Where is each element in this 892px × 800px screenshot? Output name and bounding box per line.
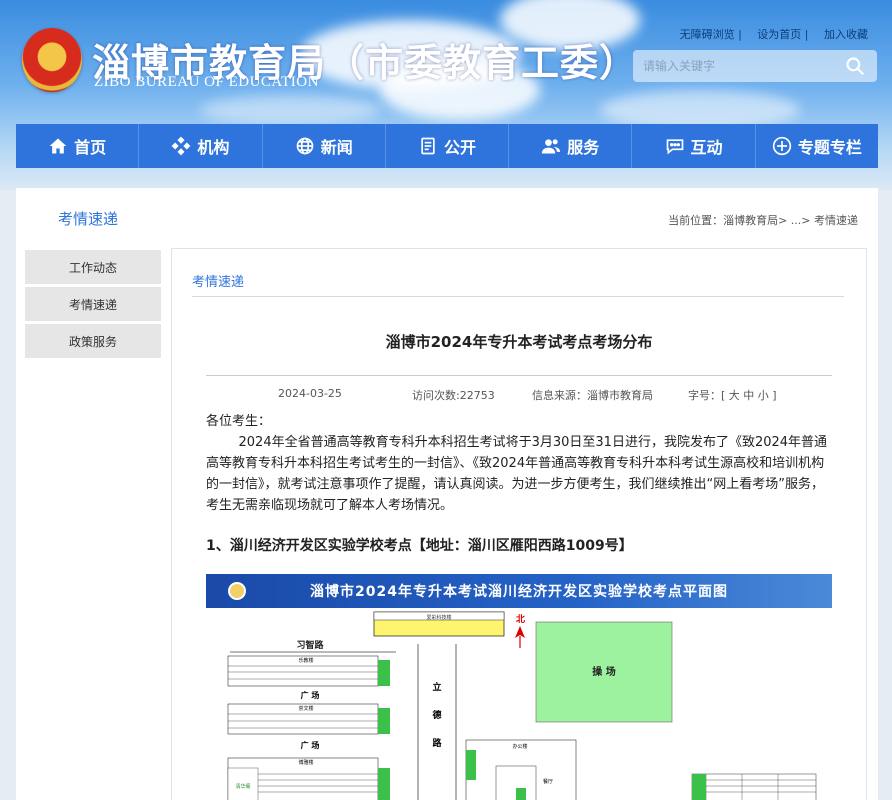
sidebar-item-work-news[interactable]: 工作动态 (25, 250, 161, 284)
structure-icon (172, 136, 191, 156)
chat-icon (666, 139, 683, 155)
add-favorite-link[interactable]: 加入收藏 (824, 28, 868, 41)
nav-label: 新闻 (320, 138, 353, 157)
pavilion-label: 清华阁 (235, 783, 250, 790)
square2-label: 广 场 (301, 740, 320, 750)
sidebar-item-exam-news[interactable]: 考情速递 (25, 287, 161, 321)
school-logo-icon (228, 582, 246, 600)
plus-circle-icon (772, 136, 791, 156)
map-banner-text: 淄博市2024年专升本考试淄川经济开发区实验学校考点平面图 (310, 584, 728, 600)
paragraph: 2024年全省普通高等教育专科升本科招生考试将于3月30日至31日进行，我院发布… (206, 435, 828, 513)
top-links: 无障碍浏览 | 设为首页 | 加入收藏 (668, 26, 868, 42)
north-label: 北 (516, 613, 525, 625)
road-vertical-label-2: 德 (432, 709, 441, 721)
article-date: 2024-03-25 (278, 387, 342, 400)
road-vertical-label-3: 路 (432, 737, 442, 749)
road-vertical-label-1: 立 (432, 681, 441, 693)
nav-item-structure[interactable]: 机构 (139, 124, 263, 168)
article-source: 信息来源：淄博市教育局 (532, 389, 653, 402)
nav-item-news[interactable]: 新闻 (263, 124, 386, 168)
road-top-label: 习智路 (296, 639, 324, 651)
campus-map-image: 淄博市2024年专升本考试淄川经济开发区实验学校考点平面图 爱彩科技楼 北 操 … (206, 574, 832, 800)
nav-label: 专题专栏 (797, 138, 862, 157)
nav-item-special[interactable]: 专题专栏 (756, 124, 878, 168)
article-body: 各位考生： 2024年全省普通高等教育专科升本科招生考试将于3月30日至31日进… (206, 411, 832, 516)
building1-label: 乐教楼 (298, 657, 313, 664)
nav-label: 服务 (567, 138, 600, 157)
greeting: 各位考生： (206, 414, 272, 429)
font-size-control[interactable]: 字号：[ 大 中 小 ] (688, 387, 777, 403)
national-emblem-icon (22, 28, 82, 92)
divider (206, 375, 832, 376)
campus-map-drawing: 爱彩科技楼 北 操 场 习智路 乐教楼 广 场 崇文楼 广 场 博雅楼 清华阁 … (227, 611, 817, 800)
search-input[interactable] (633, 50, 833, 82)
building2-label: 崇文楼 (298, 705, 313, 712)
globe-icon (296, 137, 314, 155)
article-container: 考情速递 淄博市2024年专升本考试考点考场分布 2024-03-25 访问次数… (171, 248, 867, 800)
building3-label: 博雅楼 (298, 759, 313, 766)
nav-label: 互动 (690, 138, 723, 157)
article-visits: 访问次数:22753 (412, 389, 495, 402)
search-icon[interactable] (845, 56, 865, 76)
users-icon (542, 139, 561, 154)
breadcrumb[interactable]: 当前位置：淄博教育局> ...> 考情速递 (668, 212, 858, 228)
site-subtitle: ZIBO BUREAU OF EDUCATION (94, 74, 319, 90)
nav-item-interaction[interactable]: 互动 (632, 124, 756, 168)
divider (192, 296, 844, 297)
home-icon (49, 138, 67, 154)
set-homepage-link[interactable]: 设为首页 | (757, 28, 808, 41)
main-nav: 首页 机构 新闻 公开 服务 互动 专题专栏 (16, 124, 878, 168)
nav-item-home[interactable]: 首页 (16, 124, 140, 168)
search-box (633, 50, 877, 82)
article-title: 淄博市2024年专升本考试考点考场分布 (385, 333, 653, 351)
nav-item-public[interactable]: 公开 (386, 124, 510, 168)
nav-label: 公开 (443, 138, 476, 157)
playground-label: 操 场 (592, 665, 615, 678)
gate-building-label: 爱彩科技楼 (426, 614, 451, 621)
nav-label: 机构 (197, 138, 230, 157)
section-subheading: 1、淄川经济开发区实验学校考点【地址：淄川区雁阳西路1009号】 (206, 538, 633, 554)
nav-label: 首页 (74, 138, 107, 157)
nav-item-service[interactable]: 服务 (509, 124, 633, 168)
content-category: 考情速递 (192, 275, 245, 290)
sidebar: 工作动态 考情速递 政策服务 (25, 250, 161, 361)
section-title: 考情速递 (58, 210, 119, 228)
accessibility-link[interactable]: 无障碍浏览 | (680, 28, 742, 41)
map-banner: 淄博市2024年专升本考试淄川经济开发区实验学校考点平面图 (206, 574, 832, 608)
office-label: 办公楼 (512, 743, 527, 750)
document-icon (421, 137, 435, 155)
square1-label: 广 场 (301, 690, 320, 700)
cafeteria-label: 餐厅 (543, 778, 553, 785)
sidebar-item-policy[interactable]: 政策服务 (25, 324, 161, 358)
